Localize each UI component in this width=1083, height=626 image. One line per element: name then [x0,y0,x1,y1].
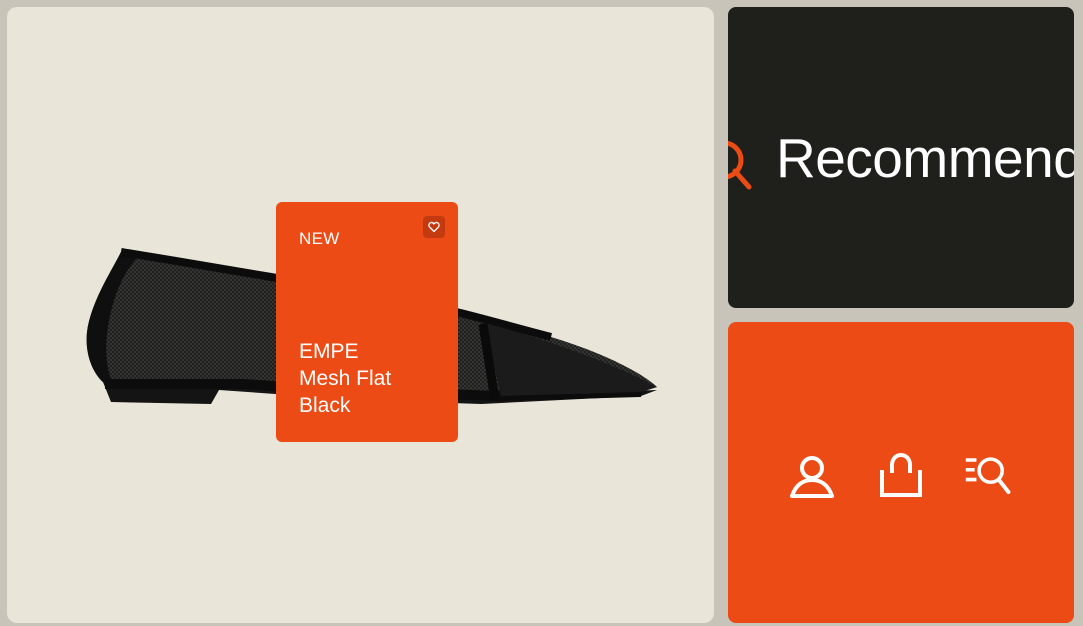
product-name: EMPE Mesh Flat Black [299,338,449,419]
list-search-icon[interactable] [964,452,1012,500]
shopping-bag-icon[interactable] [877,452,925,500]
product-name-line: EMPE [299,340,359,363]
product-name-line: Black [299,394,351,417]
product-name-line: Mesh Flat [299,367,392,390]
search-icon [728,140,752,190]
heart-icon [428,221,440,233]
recommend-panel[interactable]: Recommend [728,7,1074,308]
recommend-label: Recommend [776,127,1074,189]
product-card[interactable]: NEW EMPE Mesh Flat Black [276,202,458,442]
app-canvas: NEW EMPE Mesh Flat Black Recommend [0,0,1083,626]
user-icon[interactable] [788,452,836,500]
nav-panel [728,322,1074,623]
favorite-button[interactable] [423,216,445,238]
new-badge: NEW [299,229,340,248]
product-hero-panel[interactable]: NEW EMPE Mesh Flat Black [7,7,714,623]
